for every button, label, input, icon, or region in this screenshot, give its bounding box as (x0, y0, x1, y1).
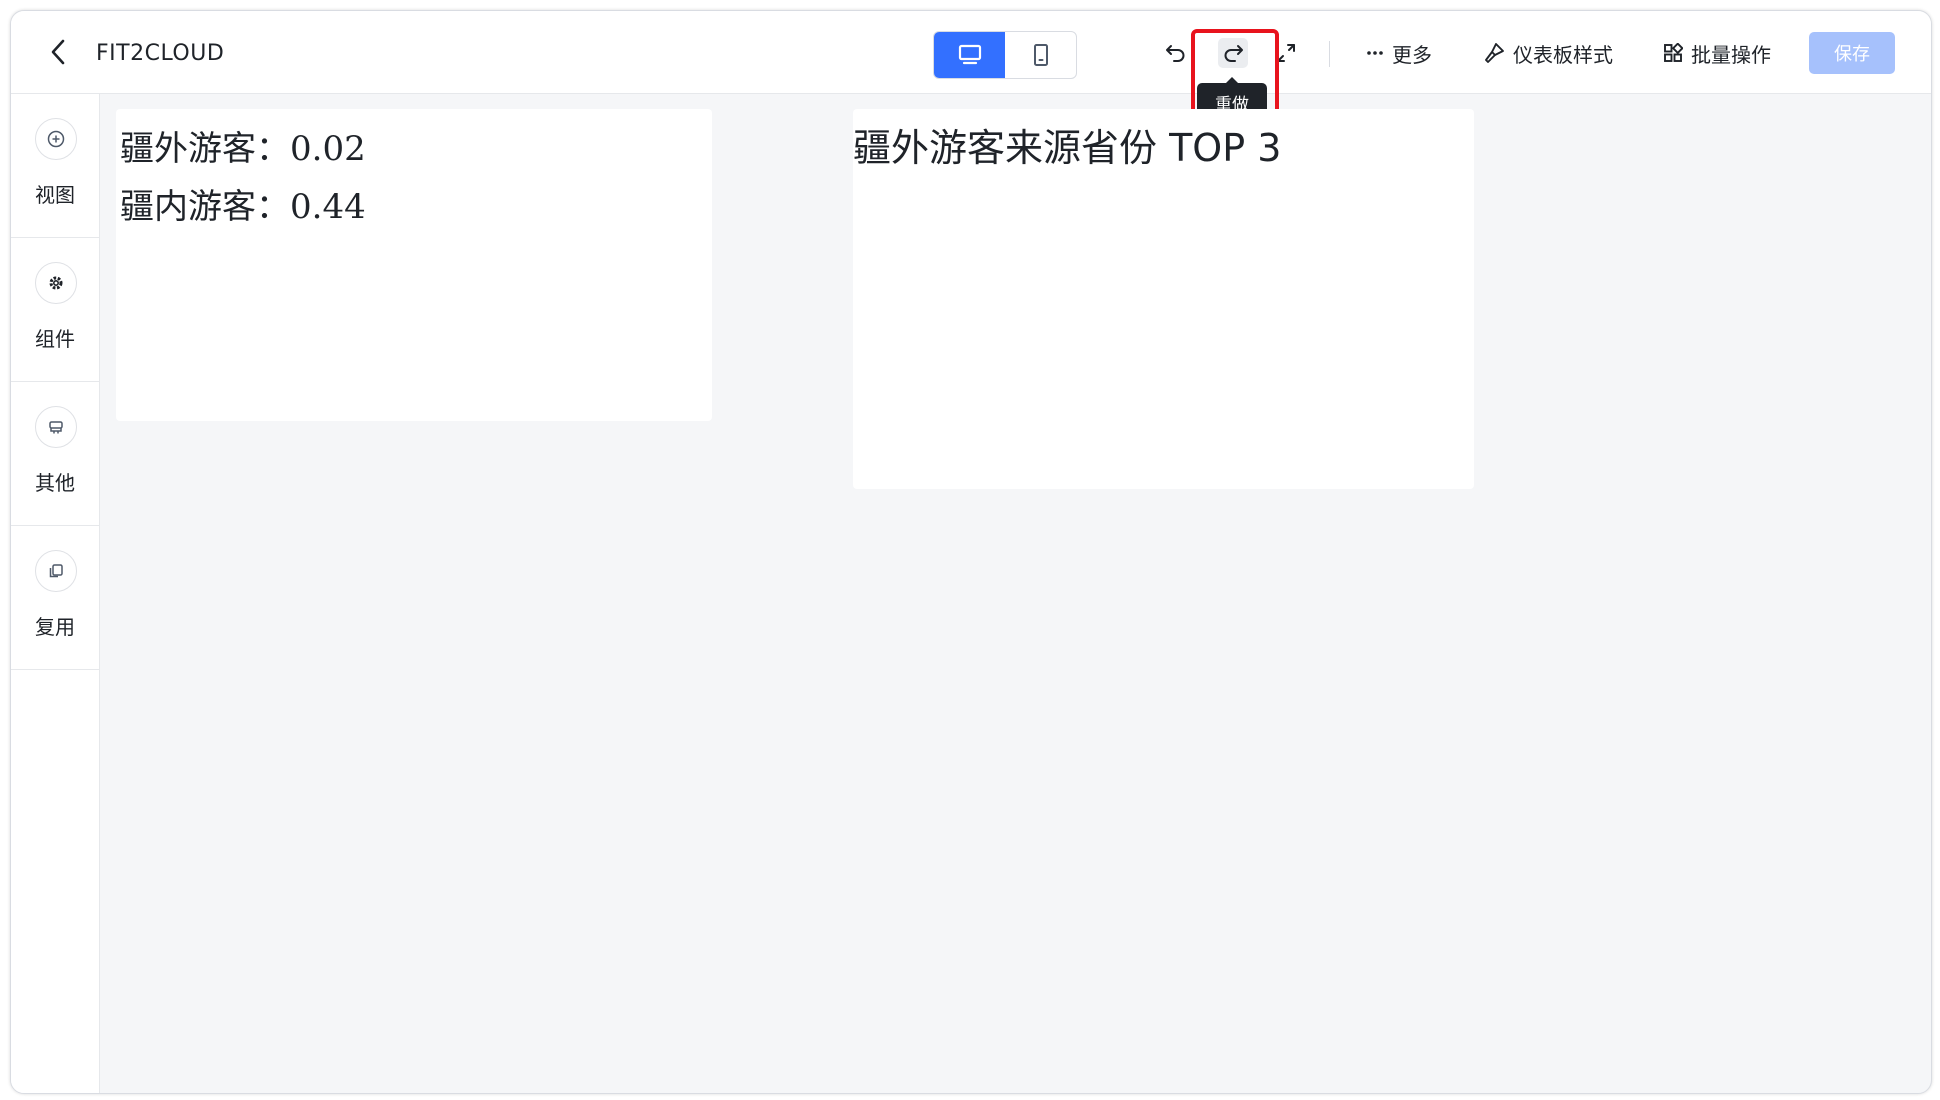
monitor-icon (958, 44, 981, 65)
stat-value: 0.02 (290, 129, 366, 169)
sidebar-item-label: 组件 (35, 327, 75, 351)
app-title: FIT2CLOUD (96, 41, 225, 66)
sidebar-item-component[interactable]: 组件 (11, 238, 99, 382)
toolbar-divider (1329, 41, 1330, 67)
mobile-view-button[interactable] (1005, 32, 1076, 78)
chart-title: 疆外游客来源省份 TOP 3 (853, 126, 1282, 170)
sidebar-item-label: 其他 (35, 471, 75, 495)
more-label: 更多 (1392, 42, 1432, 67)
dashboard-style-button[interactable]: 仪表板样式 (1483, 39, 1613, 67)
chevron-left-icon (51, 39, 65, 65)
grid-icon (1663, 43, 1683, 63)
stat-value: 0.44 (290, 187, 366, 227)
fullscreen-button[interactable] (1271, 38, 1301, 68)
undo-button[interactable] (1161, 38, 1191, 68)
sidebar-item-other[interactable]: 其他 (11, 382, 99, 526)
rich-text-card[interactable]: 疆外游客：0.02 疆内游客：0.44 (116, 109, 712, 421)
plus-circle-icon (35, 118, 77, 160)
sidebar-item-view[interactable]: 视图 (11, 94, 99, 238)
sidebar-item-reuse[interactable]: 复用 (11, 526, 99, 670)
top-toolbar: FIT2CLOUD 更多 仪表板样式 批量操作 保存 (11, 11, 1931, 94)
stack-icon (35, 406, 77, 448)
back-button[interactable] (45, 39, 71, 65)
sidebar-item-label: 视图 (35, 183, 75, 207)
save-button[interactable]: 保存 (1809, 32, 1895, 74)
copy-icon (35, 550, 77, 592)
phone-icon (1033, 44, 1048, 66)
gear-icon (35, 262, 77, 304)
batch-operation-label: 批量操作 (1691, 42, 1771, 67)
ellipsis-icon (1366, 50, 1384, 56)
expand-icon (1277, 44, 1295, 62)
stat-label: 疆外游客： (120, 129, 290, 169)
brush-icon (1483, 42, 1505, 64)
dashboard-editor-window: FIT2CLOUD 更多 仪表板样式 批量操作 保存 重做 视图 组件 其他 复… (10, 10, 1932, 1094)
sidebar-item-label: 复用 (35, 615, 75, 639)
chart-card[interactable]: 疆外游客来源省份 TOP 3 (853, 109, 1474, 489)
more-button[interactable]: 更多 (1366, 39, 1432, 67)
dashboard-style-label: 仪表板样式 (1513, 42, 1613, 67)
component-sidebar: 视图 组件 其他 复用 (11, 94, 100, 1093)
stat-label: 疆内游客： (120, 187, 290, 227)
device-toggle (933, 31, 1077, 79)
stat-outside-visitors: 疆外游客：0.02 (120, 121, 366, 170)
redo-button[interactable] (1218, 38, 1248, 68)
undo-icon (1166, 45, 1185, 62)
redo-icon (1224, 45, 1243, 62)
stat-inside-visitors: 疆内游客：0.44 (120, 179, 366, 228)
desktop-view-button[interactable] (934, 32, 1005, 78)
batch-operation-button[interactable]: 批量操作 (1663, 39, 1771, 67)
